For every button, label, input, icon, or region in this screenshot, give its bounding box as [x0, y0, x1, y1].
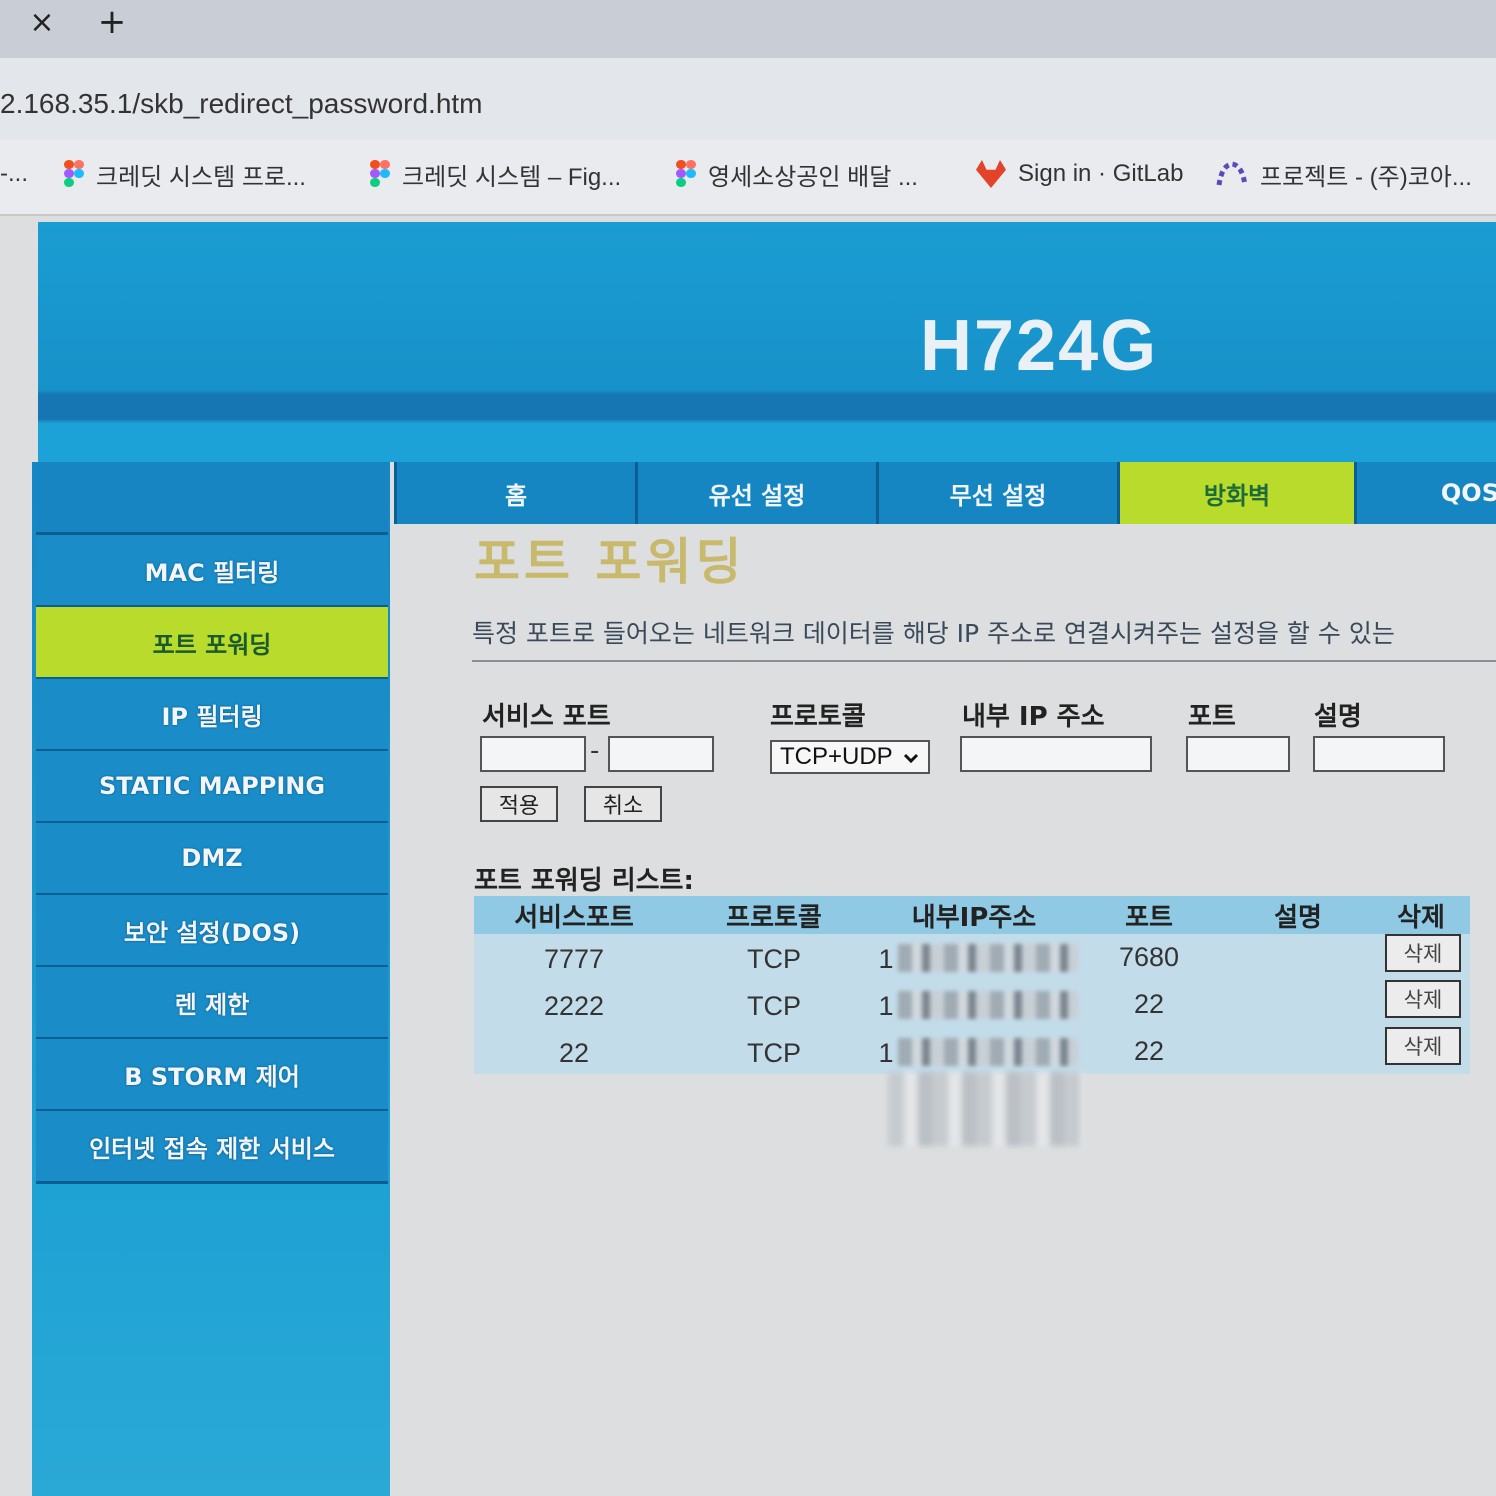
- sidebar-item-mac-filtering[interactable]: MAC 필터링: [36, 535, 388, 608]
- chevron-down-icon: [903, 743, 919, 771]
- port-range-separator: -: [590, 736, 600, 766]
- redacted-ip: [898, 1038, 1078, 1066]
- delete-button[interactable]: 삭제: [1385, 934, 1461, 972]
- divider: [472, 660, 1496, 662]
- protocol-label: 프로토콜: [770, 702, 866, 732]
- internal-ip-input[interactable]: [960, 736, 1152, 772]
- redacted-ip: [898, 991, 1078, 1019]
- bookmark-3[interactable]: 영세소상공인 배달 ...: [676, 156, 918, 192]
- col-description: 설명: [1274, 902, 1322, 933]
- tab-wireless-settings[interactable]: 무선 설정: [876, 462, 1117, 524]
- new-tab-button[interactable]: +: [90, 0, 134, 46]
- cell-port: 7680: [1118, 941, 1180, 972]
- bookmark-0[interactable]: -...: [0, 156, 28, 192]
- protocol-select[interactable]: TCP+UDP: [770, 740, 930, 774]
- bookmark-1[interactable]: 크레딧 시스템 프로...: [64, 156, 306, 192]
- sidebar-item-port-forwarding[interactable]: 포트 포워딩: [36, 607, 388, 680]
- gitlab-icon: [976, 160, 1006, 188]
- router-banner: [38, 222, 1496, 462]
- bookmark-label: 프로젝트 - (주)코아...: [1260, 163, 1472, 191]
- cell-internal-ip: 1: [878, 943, 894, 974]
- cell-protocol: TCP: [747, 1037, 801, 1068]
- description-label: 설명: [1314, 702, 1362, 732]
- col-service-port: 서비스포트: [514, 902, 634, 933]
- sidebar-item-internet-access-limit[interactable]: 인터넷 접속 제한 서비스: [36, 1111, 388, 1184]
- bookmark-label: Sign in · GitLab: [1018, 160, 1184, 187]
- figma-icon: [370, 160, 390, 188]
- sidebar-item-static-mapping[interactable]: STATIC MAPPING: [36, 751, 388, 824]
- sidebar-item-lan-limit[interactable]: 렌 제한: [36, 967, 388, 1040]
- redacted-ip: [898, 944, 1078, 972]
- cell-internal-ip: 1: [878, 1037, 894, 1068]
- bookmark-label: -...: [0, 160, 28, 187]
- figma-icon: [64, 160, 84, 188]
- port-label: 포트: [1188, 702, 1236, 732]
- page-description: 특정 포트로 들어오는 네트워크 데이터를 해당 IP 주소로 연결시켜주는 설…: [472, 619, 1395, 648]
- service-port-end-input[interactable]: [608, 736, 714, 772]
- sidebar-item-ip-filtering[interactable]: IP 필터링: [36, 679, 388, 752]
- figma-icon: [676, 160, 696, 188]
- delete-button[interactable]: 삭제: [1385, 980, 1461, 1018]
- cell-description: [1224, 1028, 1372, 1074]
- cancel-button[interactable]: 취소: [584, 786, 662, 822]
- bookmark-label: 크레딧 시스템 – Fig...: [402, 163, 622, 191]
- col-protocol: 프로토콜: [726, 902, 822, 933]
- tab-firewall[interactable]: 방화벽: [1117, 462, 1354, 524]
- forwarding-list-title: 포트 포워딩 리스트:: [474, 866, 694, 896]
- sidebar-item-dos[interactable]: 보안 설정(DOS): [36, 895, 388, 968]
- bookmark-2[interactable]: 크레딧 시스템 – Fig...: [370, 156, 621, 192]
- apply-button[interactable]: 적용: [480, 786, 558, 822]
- delete-button[interactable]: 삭제: [1385, 1027, 1461, 1065]
- cell-description: [1224, 934, 1372, 980]
- sidebar-item-bstorm[interactable]: B STORM 제어: [36, 1039, 388, 1112]
- service-port-start-input[interactable]: [480, 736, 586, 772]
- internal-ip-label: 내부 IP 주소: [962, 702, 1105, 732]
- cell-port: 22: [1133, 988, 1165, 1019]
- bookmark-5[interactable]: 프로젝트 - (주)코아...: [1216, 156, 1472, 192]
- cell-description: [1224, 981, 1372, 1027]
- tab-qos[interactable]: QOS: [1354, 462, 1496, 524]
- sidebar-item-dmz[interactable]: DMZ: [36, 823, 388, 896]
- bookmark-4[interactable]: Sign in · GitLab: [976, 156, 1183, 192]
- bookmark-label: 크레딧 시스템 프로...: [96, 163, 306, 191]
- cell-port: 22: [1133, 1035, 1165, 1066]
- tab-home[interactable]: 홈: [394, 462, 635, 524]
- page-title: 포트 포워딩: [474, 533, 746, 591]
- cell-protocol: TCP: [747, 990, 801, 1021]
- service-port-label: 서비스 포트: [482, 702, 611, 732]
- port-input[interactable]: [1186, 736, 1290, 772]
- cell-service-port: 2222: [543, 990, 605, 1021]
- close-tab-button[interactable]: ×: [22, 0, 62, 46]
- cell-service-port: 22: [558, 1037, 590, 1068]
- tab-wired-settings[interactable]: 유선 설정: [635, 462, 876, 524]
- col-port: 포트: [1125, 902, 1173, 933]
- redaction-blur: [888, 1072, 1084, 1146]
- description-input[interactable]: [1313, 736, 1445, 772]
- cell-internal-ip: 1: [878, 990, 894, 1021]
- col-internal-ip: 내부IP주소: [911, 902, 1037, 933]
- sidebar-header: [36, 462, 388, 535]
- col-delete: 삭제: [1397, 902, 1445, 933]
- bookmark-label: 영세소상공인 배달 ...: [708, 163, 918, 191]
- address-bar-url[interactable]: 2.168.35.1/skb_redirect_password.htm: [0, 88, 483, 120]
- browser-tab-strip: [0, 0, 1496, 58]
- protocol-select-value: TCP+UDP: [780, 743, 893, 770]
- router-model-title: H724G: [920, 306, 1159, 386]
- cell-service-port: 7777: [543, 943, 605, 974]
- project-icon: [1216, 161, 1248, 187]
- cell-protocol: TCP: [747, 943, 801, 974]
